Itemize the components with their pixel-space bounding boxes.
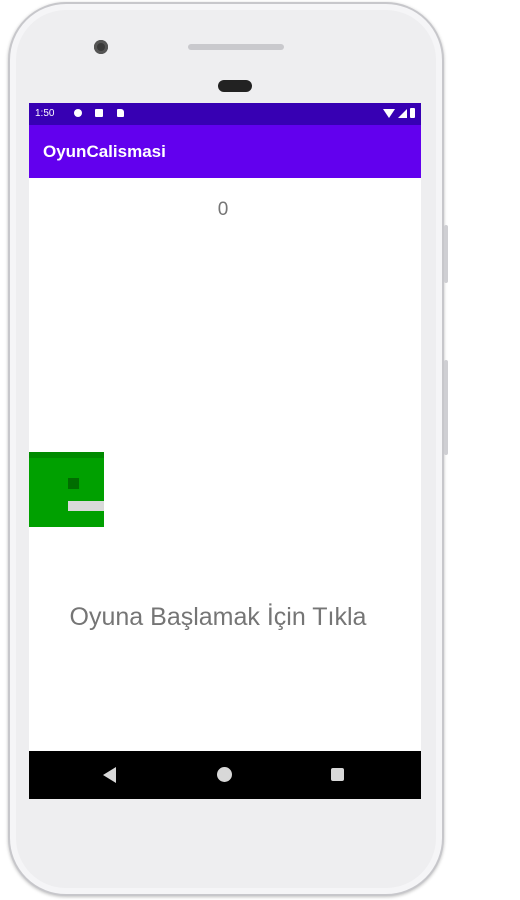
app-bar: OyunCalismasi (29, 125, 421, 178)
device-screen: 1:50 OyunCalismasi 0 Oyuna Başlamak İçin… (29, 103, 421, 799)
square-notification-icon (95, 109, 103, 117)
player-character (29, 452, 104, 527)
player-eye (68, 478, 79, 489)
settings-icon (74, 109, 82, 117)
power-button (444, 225, 448, 283)
volume-button (444, 360, 448, 455)
start-game-prompt[interactable]: Oyuna Başlamak İçin Tıkla (29, 603, 407, 632)
status-bar: 1:50 (29, 103, 421, 125)
home-icon[interactable] (217, 767, 232, 782)
status-time: 1:50 (35, 108, 55, 119)
sd-card-icon (117, 109, 124, 117)
player-mouth (68, 501, 104, 511)
sensor-pill (218, 80, 252, 92)
recents-icon[interactable] (331, 768, 344, 781)
player-top-edge (29, 452, 104, 458)
wifi-icon (383, 109, 395, 118)
score-label: 0 (217, 199, 229, 220)
battery-icon (410, 108, 415, 118)
earpiece-speaker (188, 44, 284, 50)
back-icon[interactable] (103, 767, 116, 783)
system-icons (383, 108, 415, 118)
app-title: OyunCalismasi (43, 142, 166, 161)
cell-signal-icon (398, 109, 407, 118)
navigation-bar (29, 751, 421, 799)
front-camera (94, 40, 108, 54)
